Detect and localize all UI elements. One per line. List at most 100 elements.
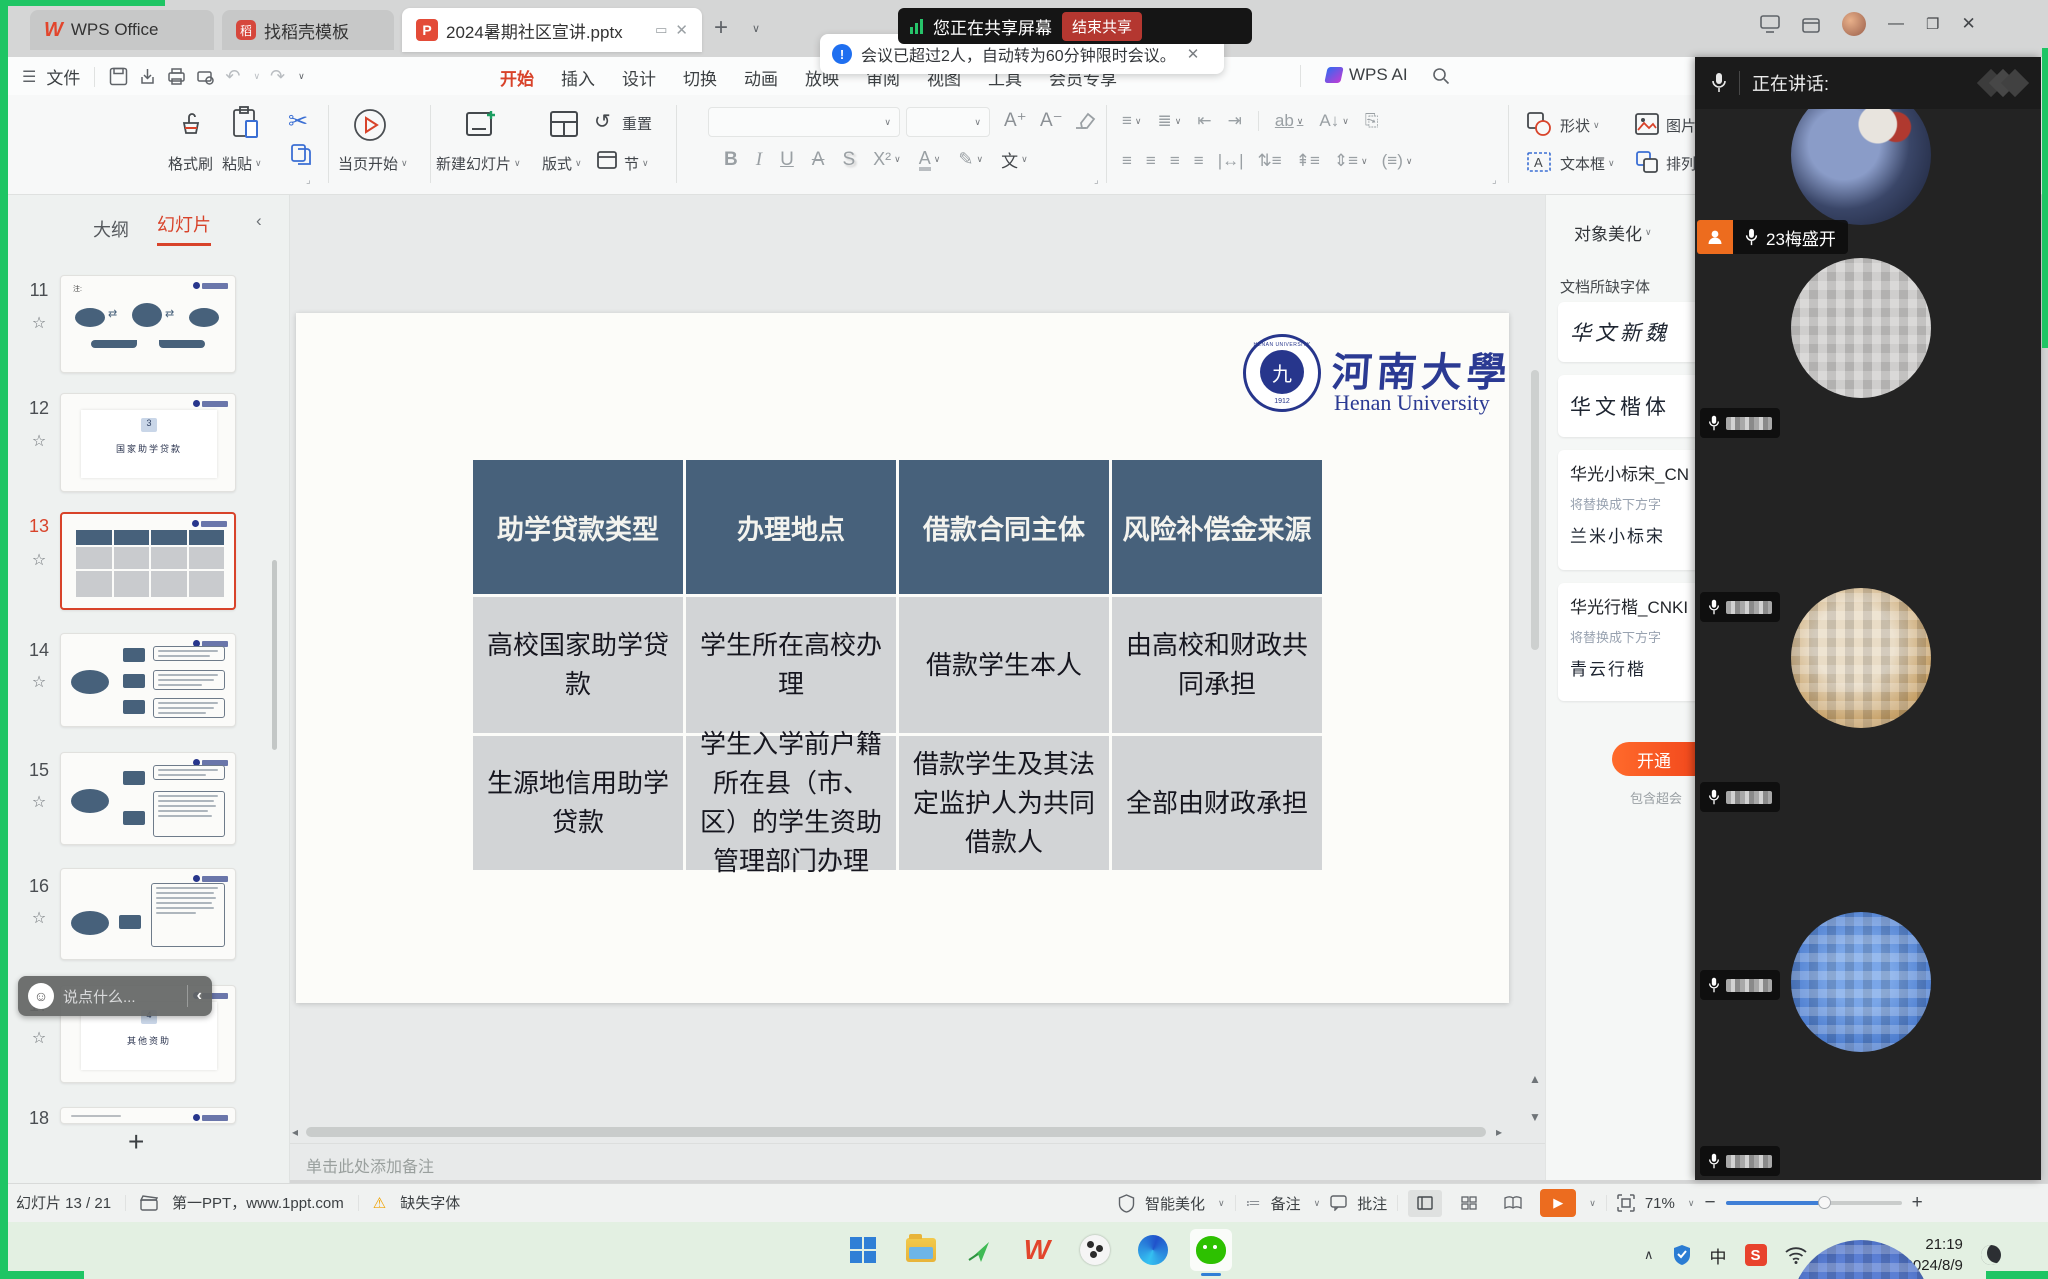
reset-icon[interactable]: ↺ — [594, 109, 611, 134]
layout-button[interactable]: 版式 — [542, 153, 572, 174]
character-spacing-icon[interactable]: ab∨ — [1275, 111, 1304, 131]
slide-thumbnail-11[interactable]: 注: ⇄ ⇄ — [60, 275, 236, 373]
menu-home[interactable]: 开始 — [500, 65, 534, 90]
menu-animation[interactable]: 动画 — [744, 65, 778, 90]
shapes-icon[interactable] — [1526, 111, 1552, 137]
font-card[interactable]: 华光行楷_CNKI 将替换成下方字 青云行楷 — [1558, 583, 1708, 701]
reading-view-button[interactable] — [1496, 1190, 1530, 1217]
fit-to-window-icon[interactable] — [1617, 1194, 1635, 1212]
picture-icon[interactable] — [1634, 111, 1660, 137]
emoji-smiley-icon[interactable]: ☺ — [28, 983, 54, 1009]
numbered-list-icon[interactable]: ≣∨ — [1158, 111, 1182, 131]
package-icon[interactable] — [1802, 15, 1820, 33]
pinyin-icon[interactable]: 文∨ — [1001, 147, 1028, 172]
scroll-up-icon[interactable]: ▲ — [1529, 1072, 1541, 1086]
shadow-icon[interactable]: S — [842, 149, 855, 171]
paste-icon[interactable] — [230, 105, 262, 141]
chevron-down-icon[interactable]: ∨ — [642, 158, 649, 169]
highlight-icon[interactable]: ✎∨ — [958, 149, 983, 170]
hamburger-icon[interactable]: ☰ — [22, 67, 36, 87]
chat-input-placeholder[interactable]: 说点什么... — [63, 986, 178, 1007]
wechat-icon-active[interactable] — [1190, 1229, 1232, 1271]
font-card[interactable]: 华光小标宋_CN 将替换成下方字 兰米小标宋 — [1558, 450, 1708, 570]
textbox-icon[interactable]: A — [1526, 149, 1552, 175]
scroll-right-icon[interactable]: ▸ — [1496, 1125, 1502, 1139]
thumbnails-scrollbar[interactable] — [272, 560, 277, 750]
slide-thumbnail-15[interactable] — [60, 752, 236, 845]
chevron-down-icon[interactable]: ∨ — [1593, 120, 1600, 131]
section-icon[interactable] — [596, 149, 618, 171]
align-left-icon[interactable]: ≡ — [1122, 151, 1132, 171]
italic-icon[interactable]: I — [756, 149, 762, 171]
upgrade-button[interactable]: 开通 — [1612, 742, 1696, 776]
menu-insert[interactable]: 插入 — [561, 65, 595, 90]
slide-thumbnail-12[interactable]: 3 国家助学贷款 — [60, 393, 236, 492]
favorite-star-icon[interactable]: ☆ — [24, 908, 54, 927]
section-button[interactable]: 节 — [624, 153, 639, 174]
cut-icon[interactable]: ✂ — [288, 107, 308, 135]
start-button[interactable] — [842, 1229, 884, 1271]
shapes-button[interactable]: 形状 — [1560, 115, 1590, 136]
new-slide-icon[interactable] — [464, 107, 498, 141]
notes-placeholder[interactable]: 单击此处添加备注 — [306, 1153, 434, 1177]
slide-sorter-view-button[interactable] — [1452, 1190, 1486, 1217]
normal-view-button[interactable] — [1408, 1190, 1442, 1217]
dialog-launcher-icon[interactable]: ⌟ — [306, 175, 311, 186]
chevron-down-icon[interactable]: ∨ — [401, 158, 408, 169]
slide-thumbnail-18[interactable] — [60, 1107, 236, 1124]
redo-icon[interactable]: ↷ — [270, 66, 285, 87]
bold-icon[interactable]: B — [724, 149, 738, 171]
participant-video-tile[interactable] — [1791, 912, 1931, 1052]
menu-design[interactable]: 设计 — [622, 65, 656, 90]
wps-app-icon[interactable]: W — [1016, 1229, 1058, 1271]
favorite-star-icon[interactable]: ☆ — [24, 1028, 54, 1047]
distribute-icon[interactable]: |↔| — [1218, 151, 1244, 171]
chevron-down-icon[interactable]: ∨ — [255, 158, 262, 169]
chevron-down-icon[interactable]: ∨ — [575, 158, 582, 169]
scroll-down-icon[interactable]: ▼ — [1529, 1110, 1541, 1124]
bullet-list-icon[interactable]: ≡∨ — [1122, 111, 1142, 131]
chevron-down-icon[interactable]: ∨ — [1589, 1198, 1596, 1209]
new-slide-button[interactable]: 新建幻灯片 — [436, 153, 511, 174]
textbox-button[interactable]: 文本框 — [1560, 153, 1605, 174]
participant-video-tile[interactable] — [1791, 1240, 1931, 1279]
tab-docer[interactable]: 稻 找稻壳模板 — [222, 10, 394, 50]
participant-video-tile[interactable] — [1791, 258, 1931, 398]
collapse-chat-icon[interactable]: ‹ — [197, 987, 202, 1005]
row-spacing-icon[interactable]: ⇅≡ — [1258, 151, 1282, 171]
notes-button[interactable]: 备注 — [1271, 1193, 1301, 1214]
present-screen-icon[interactable]: ▭ — [655, 22, 667, 38]
add-slide-icon[interactable]: + — [128, 1126, 144, 1158]
print-preview-icon[interactable] — [196, 67, 215, 86]
play-from-page-icon[interactable] — [352, 107, 388, 143]
text-direction-icon[interactable]: A↓∨ — [1319, 111, 1348, 131]
end-share-button[interactable]: 结束共享 — [1062, 12, 1142, 41]
chevron-down-icon[interactable]: ∨ — [1688, 1198, 1695, 1209]
align-text-icon[interactable]: (≡)∨ — [1382, 151, 1413, 171]
comments-button[interactable]: 批注 — [1357, 1193, 1387, 1214]
loan-comparison-table[interactable]: 助学贷款类型 办理地点 借款合同主体 风险补偿金来源 高校国家助学贷款 学生所在… — [473, 460, 1322, 870]
dialog-launcher-icon[interactable]: ⌟ — [1492, 175, 1497, 186]
tab-outline[interactable]: 大纲 — [93, 216, 129, 242]
reset-button[interactable]: 重置 — [622, 113, 652, 134]
participant-video-tile[interactable] — [1791, 588, 1931, 728]
account-avatar[interactable] — [1842, 12, 1866, 36]
font-card[interactable]: 华文楷体 — [1558, 375, 1708, 437]
align-right-icon[interactable]: ≡ — [1170, 151, 1180, 171]
menu-transition[interactable]: 切换 — [683, 65, 717, 90]
tray-expand-icon[interactable]: ∧ — [1644, 1247, 1654, 1263]
obs-app-icon[interactable] — [1074, 1229, 1116, 1271]
chevron-down-icon[interactable]: ∨ — [514, 158, 521, 169]
favorite-star-icon[interactable]: ☆ — [24, 672, 54, 691]
beautify-panel-title[interactable]: 对象美化 — [1574, 220, 1642, 245]
dialog-launcher-icon[interactable]: ⌟ — [1094, 175, 1099, 186]
tab-wps-home[interactable]: W WPS Office — [30, 10, 214, 50]
undo-icon[interactable]: ↶ — [225, 66, 240, 87]
strikethrough-icon[interactable]: A — [812, 149, 825, 171]
notes-divider[interactable] — [290, 1143, 1545, 1144]
convert-smartart-icon[interactable]: ⎘ — [1365, 111, 1379, 131]
file-menu[interactable]: 文件 — [46, 64, 80, 89]
layout-icon[interactable] — [548, 108, 580, 140]
font-name-select[interactable]: ∨ — [708, 107, 900, 137]
font-size-select[interactable]: ∨ — [906, 107, 990, 137]
